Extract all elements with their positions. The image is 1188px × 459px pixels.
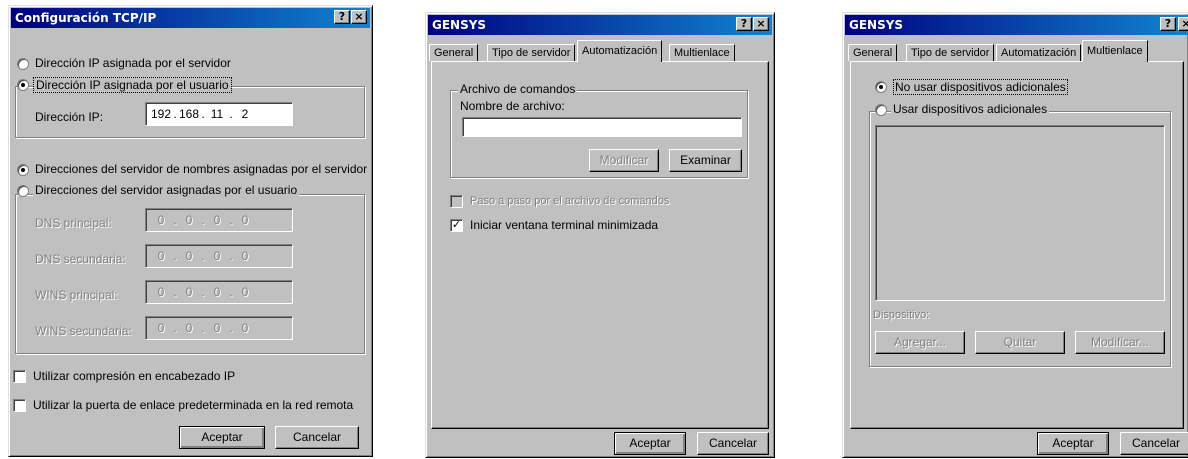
title-bar: Configuración TCP/IP ? ×	[11, 8, 370, 28]
radio-ip-user-label: Dirección IP asignada por el usuario	[33, 77, 232, 93]
tab-server-type[interactable]: Tipo de servidor	[487, 44, 576, 61]
ip-octet-4[interactable]: 2	[234, 107, 256, 121]
octet: 0	[241, 321, 249, 335]
title-bar: GENSYS ? ×	[845, 15, 1188, 35]
radio-no-devices[interactable]	[875, 81, 887, 93]
title-bar: GENSYS ? ×	[428, 15, 772, 35]
dialog-title: Configuración TCP/IP	[15, 11, 157, 25]
octet: 0	[241, 213, 249, 227]
modify-button[interactable]: Modificar	[589, 149, 659, 172]
cancel-button[interactable]: Cancelar	[275, 426, 359, 449]
octet: 0	[213, 213, 221, 227]
file-name-label: Nombre de archivo:	[460, 99, 565, 113]
browse-button[interactable]: Examinar	[669, 149, 742, 172]
add-button[interactable]: Agregar...	[875, 331, 965, 354]
ok-button[interactable]: Aceptar	[179, 426, 265, 449]
ip-octet-1[interactable]: 192	[150, 107, 172, 121]
radio-use-devices[interactable]	[875, 104, 887, 116]
octet: 0	[185, 249, 193, 263]
chk-start-minimized[interactable]: ✓	[450, 219, 463, 232]
chk-compress[interactable]	[13, 370, 26, 383]
tab-automation[interactable]: Automatización	[996, 44, 1082, 61]
octet: 0	[241, 285, 249, 299]
tab-automation[interactable]: Automatización	[577, 40, 663, 62]
tab-multilink[interactable]: Multienlace	[669, 44, 735, 61]
help-button[interactable]: ?	[1160, 17, 1176, 31]
chk-gateway-label: Utilizar la puerta de enlace predetermin…	[33, 398, 354, 412]
gensys-automation-dialog: GENSYS ? × General Tipo de servidor Auto…	[425, 12, 775, 458]
help-button[interactable]: ?	[334, 10, 350, 24]
radio-dns-server[interactable]	[17, 164, 29, 176]
ip-octet-3[interactable]: 11	[206, 107, 228, 121]
chk-step-by-step[interactable]	[450, 195, 463, 208]
dns-primary-label: DNS principal:	[35, 216, 112, 230]
dialog-title: GENSYS	[849, 18, 904, 32]
octet: 0	[185, 321, 193, 335]
help-button[interactable]: ?	[736, 17, 752, 31]
cancel-button[interactable]: Cancelar	[697, 432, 769, 455]
dns-primary-field[interactable]: 0. 0. 0. 0	[145, 208, 293, 232]
wins-primary-label: WINS principal:	[35, 288, 118, 302]
file-name-input[interactable]	[462, 117, 742, 137]
tab-general[interactable]: General	[848, 44, 898, 61]
radio-no-devices-label: No usar dispositivos adicionales	[893, 79, 1068, 95]
wins-primary-field[interactable]: 0. 0. 0. 0	[145, 280, 293, 304]
ok-button[interactable]: Aceptar	[1037, 432, 1109, 455]
cancel-button[interactable]: Cancelar	[1120, 432, 1188, 455]
radio-ip-user[interactable]	[17, 79, 29, 91]
octet: 0	[157, 213, 165, 227]
octet: 0	[241, 249, 249, 263]
octet: 0	[157, 285, 165, 299]
radio-dns-user[interactable]	[17, 185, 29, 197]
octet: 0	[157, 321, 165, 335]
radio-use-devices-label: Usar dispositivos adicionales	[891, 102, 1050, 116]
tab-general[interactable]: General	[429, 44, 479, 61]
ip-octet-2[interactable]: 168	[178, 107, 200, 121]
chk-compress-label: Utilizar compresión en encabezado IP	[33, 369, 236, 383]
octet: 0	[213, 249, 221, 263]
radio-ip-server-label: Dirección IP asignada por el servidor	[35, 56, 231, 70]
gensys-multilink-dialog: GENSYS ? × General Tipo de servidor Auto…	[842, 12, 1188, 458]
ok-button[interactable]: Aceptar	[614, 432, 686, 455]
octet: 0	[185, 285, 193, 299]
radio-ip-server[interactable]	[17, 58, 29, 70]
octet: 0	[213, 285, 221, 299]
octet: 0	[213, 321, 221, 335]
dns-secondary-field[interactable]: 0. 0. 0. 0	[145, 244, 293, 268]
close-button[interactable]: ×	[753, 17, 769, 31]
close-button[interactable]: ×	[351, 10, 367, 24]
chk-minimized-label: Iniciar ventana terminal minimizada	[470, 218, 659, 232]
octet: 0	[157, 249, 165, 263]
tab-multilink[interactable]: Multienlace	[1082, 40, 1148, 62]
radio-dns-server-label: Direcciones del servidor de nombres asig…	[35, 162, 368, 176]
ip-label: Dirección IP:	[35, 110, 104, 124]
remove-button[interactable]: Quitar	[975, 331, 1065, 354]
dialog-title: GENSYS	[432, 18, 487, 32]
chk-step-label: Paso a paso por el archivo de comandos	[470, 195, 670, 207]
close-button[interactable]: ×	[1178, 17, 1188, 31]
tcpip-dialog: Configuración TCP/IP ? × Dirección IP as…	[8, 5, 373, 457]
wins-secondary-label: WINS secundaria:	[35, 324, 132, 338]
dns-secondary-label: DNS secundaria:	[35, 252, 126, 266]
command-file-group-title: Archivo de comandos	[458, 82, 578, 96]
tab-server-type[interactable]: Tipo de servidor	[906, 44, 995, 61]
wins-secondary-field[interactable]: 0. 0. 0. 0	[145, 316, 293, 340]
octet: 0	[185, 213, 193, 227]
modify-button[interactable]: Modificar...	[1075, 331, 1165, 354]
ip-address-field[interactable]: 192. 168. 11. 2	[145, 102, 293, 126]
chk-gateway[interactable]	[13, 399, 26, 412]
devices-list[interactable]	[875, 125, 1165, 301]
radio-dns-user-label: Direcciones del servidor asignadas por e…	[33, 183, 300, 197]
device-label: Dispositivo:	[873, 309, 930, 321]
